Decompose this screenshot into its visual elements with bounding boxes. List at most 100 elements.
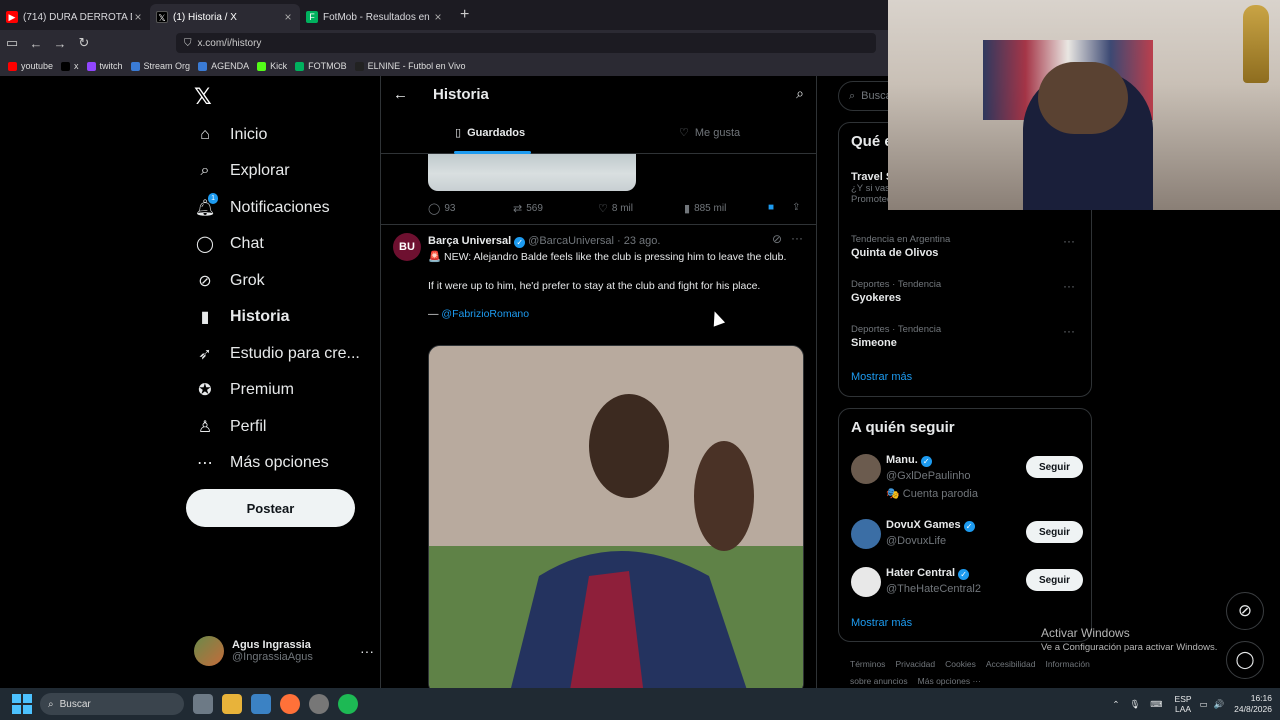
network-icon[interactable]: ▭ xyxy=(1200,699,1208,710)
clock[interactable]: 16:16 24/8/2026 xyxy=(1234,693,1272,715)
browser-tab-x-history[interactable]: 𝕏 (1) Historia / X × xyxy=(150,4,300,30)
language-indicator[interactable]: ESP LAA xyxy=(1175,694,1192,714)
more-icon[interactable]: ··· xyxy=(1063,279,1075,293)
search-icon[interactable]: ⌕ xyxy=(796,85,804,102)
microphone-icon[interactable]: 🎙 xyxy=(1129,699,1140,710)
follow-button[interactable]: Seguir xyxy=(1026,456,1083,478)
avatar[interactable] xyxy=(851,519,881,549)
file-explorer-icon[interactable] xyxy=(222,694,242,714)
volume-icon[interactable]: 🔊 xyxy=(1214,699,1225,710)
view-count: 885 mil xyxy=(694,203,727,214)
obs-icon[interactable] xyxy=(309,694,329,714)
task-view-icon[interactable] xyxy=(193,694,213,714)
nav-item-estudio-para-cre[interactable]: ➶ Estudio para cre... xyxy=(194,343,360,365)
trend-context: Deportes · Tendencia xyxy=(851,324,942,335)
bookmark-item[interactable]: Stream Org xyxy=(130,61,190,71)
sidebar-toggle-icon[interactable]: ▭ xyxy=(0,35,24,51)
share-button[interactable]: ⇪ xyxy=(792,202,800,213)
windows-activation-watermark: Activar Windows Ve a Configuración para … xyxy=(1041,626,1241,653)
back-arrow-icon[interactable]: ← xyxy=(393,86,408,103)
follow-name: Hater Central xyxy=(886,567,956,579)
keyboard-icon[interactable]: ⌨ xyxy=(1150,699,1162,710)
bookmark-label: Kick xyxy=(270,61,288,71)
bookmark-item[interactable]: FOTMOB xyxy=(295,61,347,71)
back-arrow-icon[interactable]: ← xyxy=(24,36,48,51)
nav-item-historia[interactable]: ▮ Historia xyxy=(194,306,290,328)
bookmark-item[interactable]: twitch xyxy=(86,61,123,71)
more-icon[interactable]: ··· xyxy=(360,643,374,659)
trend-item[interactable]: Deportes · Tendencia Gyokeres ··· xyxy=(851,279,1081,304)
footer-link[interactable]: Accesibilidad xyxy=(986,659,1036,669)
bookmark-item[interactable]: AGENDA xyxy=(198,61,249,71)
browser-tab-fotmob[interactable]: F FotMob - Resultados en vivo de × xyxy=(300,4,450,30)
forward-arrow-icon[interactable]: → xyxy=(48,36,72,51)
firefox-icon[interactable] xyxy=(280,694,300,714)
show-more-link[interactable]: Mostrar más xyxy=(851,617,912,629)
grok-float-button[interactable]: ⊘ xyxy=(1226,592,1264,630)
x-logo-icon[interactable]: 𝕏 xyxy=(194,84,212,110)
taskbar-search[interactable]: ⌕ Buscar xyxy=(40,693,184,715)
windows-start-icon[interactable] xyxy=(12,694,32,714)
nav-item-premium[interactable]: ✪ Premium xyxy=(194,379,294,401)
follow-button[interactable]: Seguir xyxy=(1026,521,1083,543)
follow-name: DovuX Games xyxy=(886,519,961,531)
nav-item-perfil[interactable]: ♙ Perfil xyxy=(194,416,267,438)
bookmark-item[interactable]: ELNINE - Futbol en Vivo xyxy=(354,61,465,71)
nav-item-chat[interactable]: ◯ Chat xyxy=(194,233,264,255)
grok-icon[interactable]: ⊘ xyxy=(772,232,782,246)
follow-button[interactable]: Seguir xyxy=(1026,569,1083,591)
more-icon[interactable]: ··· xyxy=(791,231,803,245)
nav-item-explorar[interactable]: ⌕ Explorar xyxy=(194,160,290,182)
trend-context: Tendencia en Argentina xyxy=(851,234,951,245)
tweet-line: If it were up to him, he'd prefer to sta… xyxy=(428,279,761,292)
nav-item-label: Historia xyxy=(230,308,290,325)
bookmark-item[interactable]: Kick xyxy=(257,61,287,71)
chevron-up-icon[interactable]: ⌃ xyxy=(1112,699,1119,710)
nav-item-label: Más opciones xyxy=(230,454,329,471)
avatar[interactable]: BU xyxy=(393,233,421,261)
footer-link[interactable]: Términos xyxy=(850,659,885,669)
footer-link[interactable]: Cookies xyxy=(945,659,976,669)
post-button[interactable]: Postear xyxy=(186,489,355,527)
url-bar[interactable]: ⛉ x.com/i/history xyxy=(176,33,876,53)
spotify-icon[interactable] xyxy=(338,694,358,714)
notepad-icon[interactable] xyxy=(251,694,271,714)
more-icon[interactable]: ··· xyxy=(1063,234,1075,248)
tweet-image[interactable] xyxy=(428,345,804,688)
views-button[interactable]: ▮ 885 mil xyxy=(684,202,726,215)
more-icon[interactable]: ··· xyxy=(1063,324,1075,338)
repost-button[interactable]: ⇄ 569 xyxy=(513,202,543,215)
footer-links: Términos Privacidad Cookies Accesibilidad In… xyxy=(850,656,1090,690)
footer-link[interactable]: Privacidad xyxy=(895,659,935,669)
tweet-author[interactable]: Barça Universal ✓ @BarcaUniversal · 23 ago… xyxy=(428,235,660,248)
close-tab-icon[interactable]: × xyxy=(432,10,444,24)
like-button[interactable]: ♡ 8 mil xyxy=(598,202,633,215)
nav-item-m-s-opciones[interactable]: ⋯ Más opciones xyxy=(194,452,329,474)
bookmark-button[interactable]: ■ xyxy=(768,202,774,213)
trend-item[interactable]: Deportes · Tendencia Simeone ··· xyxy=(851,324,1081,349)
trend-item[interactable]: Tendencia en Argentina Quinta de Olivos ··… xyxy=(851,234,1081,259)
new-tab-button[interactable]: + xyxy=(450,6,479,24)
avatar[interactable] xyxy=(851,567,881,597)
reply-button[interactable]: ◯ 93 xyxy=(428,202,455,215)
close-tab-icon[interactable]: × xyxy=(132,10,144,24)
footer-link[interactable]: Más opciones ··· xyxy=(918,676,981,686)
tab-guardados[interactable]: ▯ Guardados xyxy=(455,126,525,140)
bookmark-item[interactable]: x xyxy=(61,61,79,71)
close-tab-icon[interactable]: × xyxy=(282,10,294,24)
bookmark-item[interactable]: youtube xyxy=(8,61,53,71)
show-more-link[interactable]: Mostrar más xyxy=(851,371,912,383)
mention-link[interactable]: @FabrizioRomano xyxy=(441,308,529,320)
browser-tab-youtube[interactable]: ▶ (714) DURA DERROTA DE LOS E × xyxy=(0,4,150,30)
nav-item-notificaciones[interactable]: 🔔︎ 1 Notificaciones xyxy=(194,193,330,219)
nav-item-inicio[interactable]: ⌂ Inicio xyxy=(194,124,267,146)
profile-switcher[interactable]: Agus Ingrassia @IngrassiaAgus ··· xyxy=(194,636,374,666)
reload-icon[interactable]: ↻ xyxy=(72,35,96,51)
nav-item-grok[interactable]: ⊘ Grok xyxy=(194,270,264,292)
avatar[interactable] xyxy=(851,454,881,484)
tweet-credit: — @FabrizioRomano xyxy=(428,307,798,322)
previous-tweet-image[interactable] xyxy=(428,148,636,191)
tab-me-gusta[interactable]: ♡ Me gusta xyxy=(679,126,740,140)
who-to-follow-panel: A quién seguir Manu. ✓ @GxlDePaulinho 🎭 Cue… xyxy=(838,408,1092,642)
follow-handle: @GxlDePaulinho xyxy=(886,470,971,482)
